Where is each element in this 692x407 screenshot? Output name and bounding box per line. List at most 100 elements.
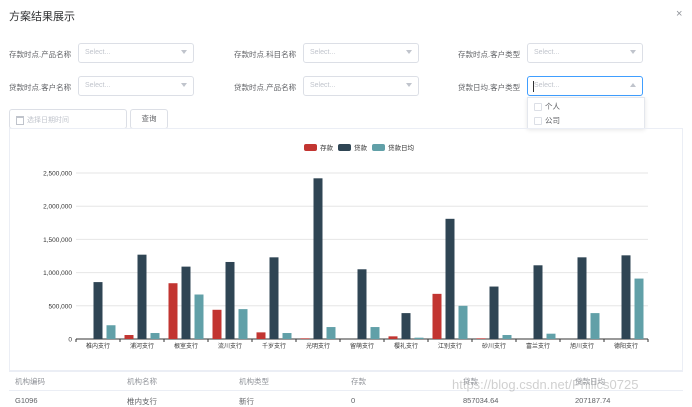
chart-card: 0 500,000 1,000,000 1,500,000 2,000,000 2,500… [9,128,683,372]
select-placeholder: Select... [85,49,111,56]
filter-label-deposit-subject: 存款时点.科目名称 [234,50,297,59]
select-loan-avg-customer-type[interactable]: Select... [527,76,643,96]
x-tick-label: 根室支行 [174,342,198,350]
bar-chart: 0 500,000 1,000,000 1,500,000 2,000,000 2,500… [43,143,649,350]
table-header-org-type: 机构类型 [239,377,269,386]
legend-swatch [304,144,317,151]
watermark: https://blog.csdn.net/Philics0725 [452,377,639,392]
legend-swatch [372,144,385,151]
legend-swatch [338,144,351,151]
bar [212,309,222,339]
bar [414,337,424,339]
bar [445,218,455,339]
table-header-org-name: 机构名称 [127,377,157,386]
option-label: 公司 [545,116,560,125]
x-tick-label: 流川支行 [218,342,242,350]
filter-label-loan-product: 贷款时点.产品名称 [234,83,297,92]
select-placeholder: Select... [310,82,336,89]
bar [388,336,398,339]
x-tick-label: 光明支行 [306,342,330,350]
table-cell: 椎内支行 [127,397,157,406]
query-button[interactable]: 查询 [130,109,168,129]
table-divider [9,370,683,371]
datetime-placeholder: 选择日期时间 [27,117,69,124]
table-header-org-code: 机构编码 [15,377,45,386]
bar [502,335,512,339]
select-loan-customer-name[interactable]: Select... [78,76,194,96]
legend-label: 存款 [320,143,334,152]
datetime-picker[interactable]: 选择日期时间 [9,109,127,129]
filter-label-loan-avg-customer-type: 贷款日均.客户类型 [458,83,521,92]
y-tick-label: 1,000,000 [43,270,72,277]
legend-label: 贷款 [354,143,368,152]
bar [370,327,380,339]
select-loan-product[interactable]: Select... [303,76,419,96]
chevron-down-icon [406,83,412,87]
legend-label: 贷款日均 [388,143,415,152]
checkbox-icon[interactable] [534,117,542,125]
x-tick-label: 富兰支行 [526,342,550,350]
bar [621,255,631,339]
table-header-deposit: 存款 [351,377,366,386]
dialog: 方案结果展示 × 存款时点.产品名称 Select... 存款时点.科目名称 S… [0,0,692,406]
x-tick-label: 千岁支行 [262,342,286,350]
select-deposit-customer-type[interactable]: Select... [527,43,643,63]
x-tick-label: 留萌支行 [350,342,374,350]
dialog-title: 方案结果展示 [9,11,75,23]
bar [181,266,191,339]
bar [282,333,292,339]
y-tick-label: 0 [68,337,72,344]
x-tick-label: 椎内支行 [86,342,110,350]
chevron-down-icon [181,50,187,54]
filter-label-deposit-customer-type: 存款时点.客户类型 [458,50,521,59]
bar [106,325,116,339]
close-icon[interactable]: × [676,8,682,20]
bar [476,338,486,339]
bar [124,335,134,339]
x-tick-label: 旭川支行 [570,342,594,350]
checkbox-icon[interactable] [534,103,542,111]
table-cell: 新行 [239,397,254,406]
bar [313,178,323,339]
bar [238,309,248,339]
bar [401,313,411,339]
bar [577,257,587,339]
bar [326,327,336,339]
y-tick-label: 500,000 [49,303,73,310]
y-tick-label: 2,000,000 [43,204,72,211]
x-tick-label: 江别支行 [438,342,462,350]
select-deposit-subject[interactable]: Select... [303,43,419,63]
chevron-up-icon [630,83,636,87]
bar [489,286,499,339]
bar [590,313,600,339]
bar [458,305,468,339]
x-tick-label: 樱礼支行 [394,342,418,350]
x-tick-label: 砂川支行 [482,342,506,350]
x-tick-label: 德阳支行 [614,342,638,350]
select-placeholder: Select... [534,82,560,89]
filter-label-loan-customer-name: 贷款时点.客户名称 [9,83,72,92]
y-tick-label: 1,500,000 [43,237,72,244]
filter-label-deposit-product: 存款时点.产品名称 [9,50,72,59]
calendar-icon [16,116,24,125]
bar [300,338,310,339]
option-label: 个人 [545,102,560,111]
bar [93,282,103,339]
bar [546,333,556,339]
bar [256,332,266,339]
select-placeholder: Select... [534,49,560,56]
chevron-down-icon [630,50,636,54]
select-deposit-product[interactable]: Select... [78,43,194,63]
x-tick-label: 浦河支行 [130,342,154,350]
y-tick-label: 2,500,000 [43,171,72,178]
chevron-down-icon [406,50,412,54]
bar [533,265,543,339]
bar [432,293,442,339]
bar [634,278,644,339]
customer-type-dropdown: 个人 公司 [527,97,645,129]
bar [357,269,367,339]
bar [168,283,178,339]
bar [137,254,147,339]
bar [269,257,279,339]
select-placeholder: Select... [85,82,111,89]
